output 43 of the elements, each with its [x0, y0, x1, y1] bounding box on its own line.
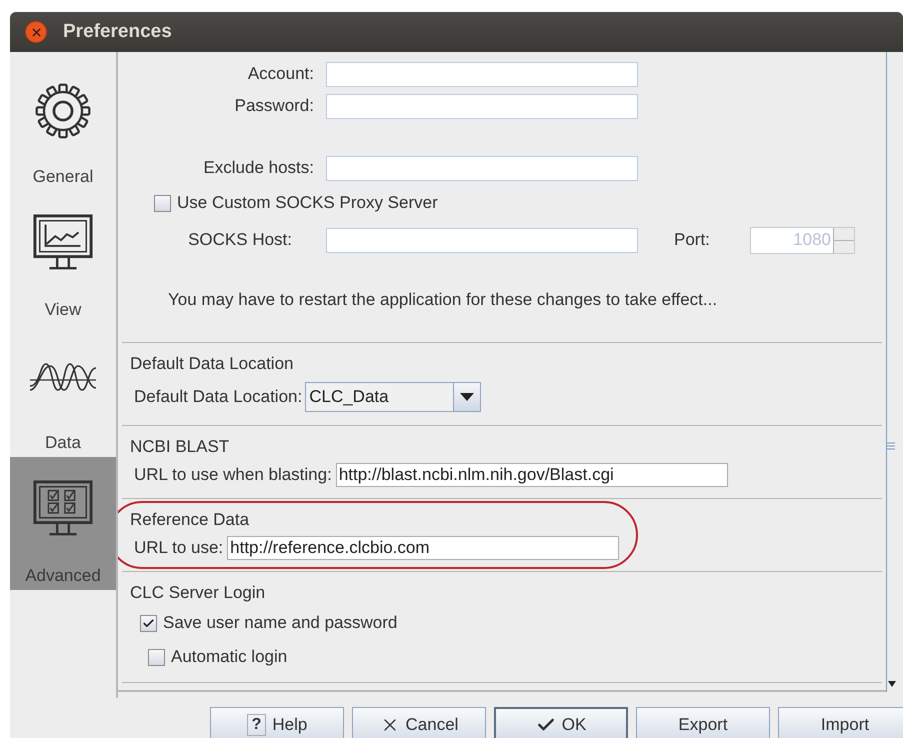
sidebar-item[interactable]: Data — [10, 324, 116, 457]
field-label: Account: — [246, 63, 314, 86]
field-label: Default Data Location: — [134, 386, 302, 408]
dialog-button[interactable]: ? Help — [210, 707, 344, 738]
sidebar-item[interactable]: Advanced — [10, 457, 116, 590]
help-icon: ? — [246, 714, 266, 736]
window-title: Preferences — [63, 20, 172, 44]
close-icon — [30, 26, 42, 38]
checkmark-icon — [142, 616, 155, 630]
input-field[interactable] — [326, 62, 638, 86]
dropdown[interactable]: CLC_Data — [305, 382, 482, 412]
dialog-button[interactable]: Export — [636, 707, 770, 738]
input-field[interactable] — [326, 228, 638, 252]
checkbox[interactable] — [148, 648, 165, 666]
section-title: Default Data Location — [130, 354, 294, 373]
close-button[interactable] — [25, 21, 47, 43]
section-title: CLC Server Login — [130, 583, 266, 602]
checkbox-label: Save user name and password — [163, 612, 398, 634]
url-field[interactable]: http://reference.clcbio.com — [227, 536, 620, 560]
input-field[interactable] — [326, 94, 638, 118]
checkbox[interactable] — [154, 194, 171, 212]
dialog-button[interactable]: Import — [778, 707, 903, 738]
checkbox[interactable] — [140, 614, 157, 632]
field-label: Exclude hosts: — [202, 157, 314, 180]
restart-message: You may have to restart the application for these changes to take effect... — [168, 289, 718, 312]
sidebar-item[interactable]: General — [10, 58, 116, 191]
input-field[interactable] — [326, 156, 638, 180]
section-title: NCBI BLAST — [130, 437, 230, 456]
field-label: SOCKS Host: — [187, 229, 292, 252]
section-title: Reference Data — [130, 510, 250, 529]
dialog-button[interactable]: OK — [494, 707, 628, 738]
checkbox-label: Use Custom SOCKS Proxy Server — [177, 192, 438, 214]
url-field[interactable]: http://blast.ncbi.nlm.nih.gov/Blast.cgi — [336, 463, 728, 487]
sidebar-item[interactable]: View — [10, 191, 116, 324]
field-label: Password: — [234, 95, 314, 118]
field-label: Port: — [674, 229, 711, 252]
field-label: URL to use when blasting: — [134, 464, 332, 486]
dialog-button[interactable]: Cancel — [352, 707, 486, 738]
scrollbar-grip-icon — [887, 442, 895, 450]
dropdown-arrow-icon — [460, 393, 474, 401]
scroll-down-arrow-icon — [887, 680, 897, 688]
field-label: URL to use: — [134, 537, 224, 560]
checkbox-label: Automatic login — [171, 646, 288, 668]
